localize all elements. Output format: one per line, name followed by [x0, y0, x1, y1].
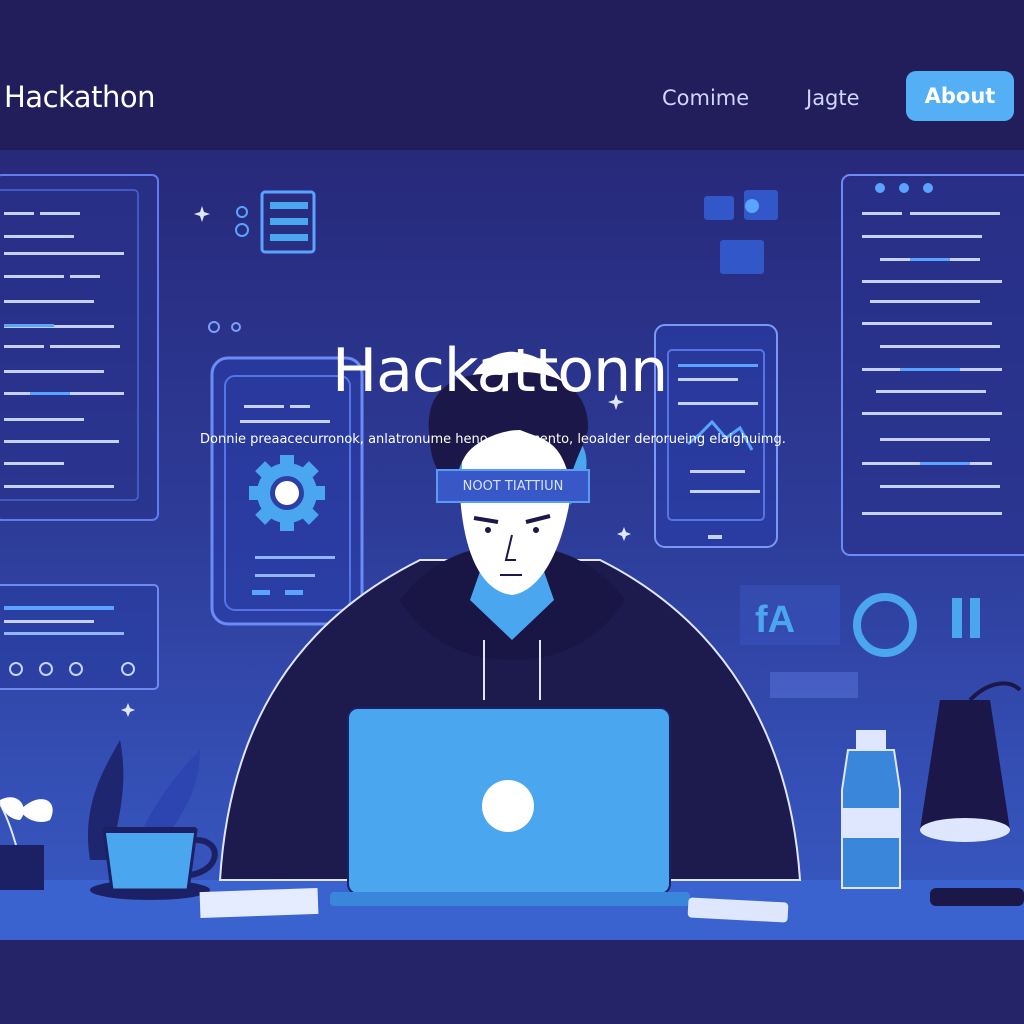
hero-section: fA Hackattonn Donnie preaacecurronok, an…: [0, 150, 1024, 1024]
gear-icon: [249, 455, 325, 531]
hero-cta-button[interactable]: NOOT TIATTIUN: [436, 469, 590, 503]
server-icon: [235, 190, 316, 254]
hero-subtitle: Donnie preaacecurronok, anlatronume heno…: [200, 432, 786, 447]
laptop: [330, 707, 690, 906]
nav-link-1[interactable]: Comime: [662, 86, 749, 110]
right-widget-strip: fA: [740, 585, 980, 698]
top-navigation: Hackathon Comime Jagte About: [0, 0, 1024, 148]
hero-illustration: fA: [0, 174, 1024, 1024]
left-widget-panel: [0, 584, 159, 690]
svg-text:fA: fA: [755, 599, 795, 641]
nav-link-2[interactable]: Jagte: [806, 86, 860, 110]
about-button[interactable]: About: [906, 71, 1014, 121]
hero-title: Hackattonn: [332, 336, 668, 406]
network-nodes-icon: [704, 190, 778, 274]
brand-logo-text[interactable]: Hackathon: [4, 80, 155, 114]
right-code-panel: [841, 174, 1024, 556]
water-bottle: [841, 730, 901, 889]
coffee-mug: [90, 827, 218, 900]
desk-lamp: [920, 681, 1024, 906]
left-code-panel: [0, 174, 159, 521]
notepad: [199, 887, 319, 919]
